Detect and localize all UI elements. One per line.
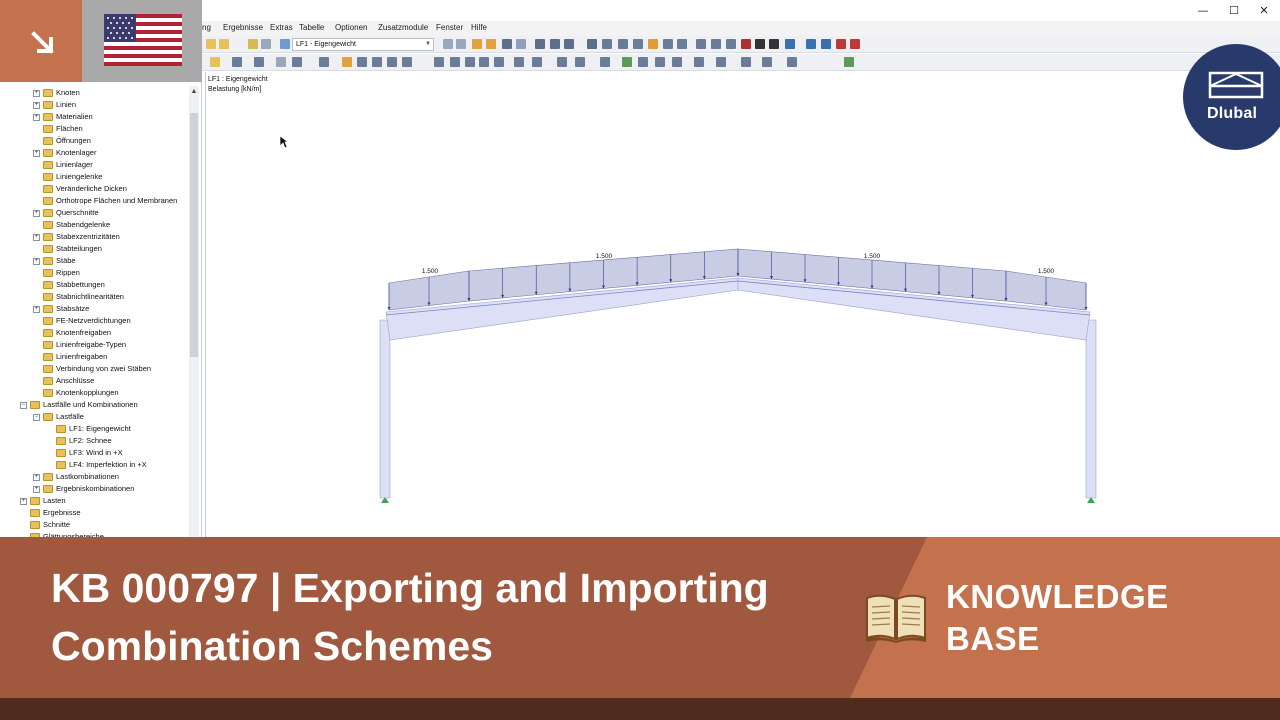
footer-strip [0,698,1280,720]
logo-text: Dlubal [1207,105,1258,122]
knowledge-label: KNOWLEDGE [946,578,1169,615]
load-value-label: 1.500 [1038,268,1055,275]
language-flag[interactable] [82,0,202,82]
article-title-line1: KB 000797 | Exporting and Importing [51,565,769,611]
open-book-icon [866,594,926,643]
dlubal-logo: Dlubal [1183,44,1280,150]
load-value-label: 1.500 [864,253,881,260]
title-banner: KB 000797 | Exporting and Importing Comb… [0,537,1280,698]
article-title-line2: Combination Schemes [51,623,493,669]
column-left[interactable] [379,319,391,499]
corner-badge [0,0,82,82]
load-value-label: 1.500 [422,268,439,275]
load-value-label: 1.500 [596,253,613,260]
frame-structure [379,277,1097,503]
column-right[interactable] [1085,319,1097,499]
us-flag-icon [104,14,182,66]
bridge-logo-icon [1208,71,1264,99]
base-label: BASE [946,620,1040,657]
arrow-down-right-icon [31,31,54,54]
